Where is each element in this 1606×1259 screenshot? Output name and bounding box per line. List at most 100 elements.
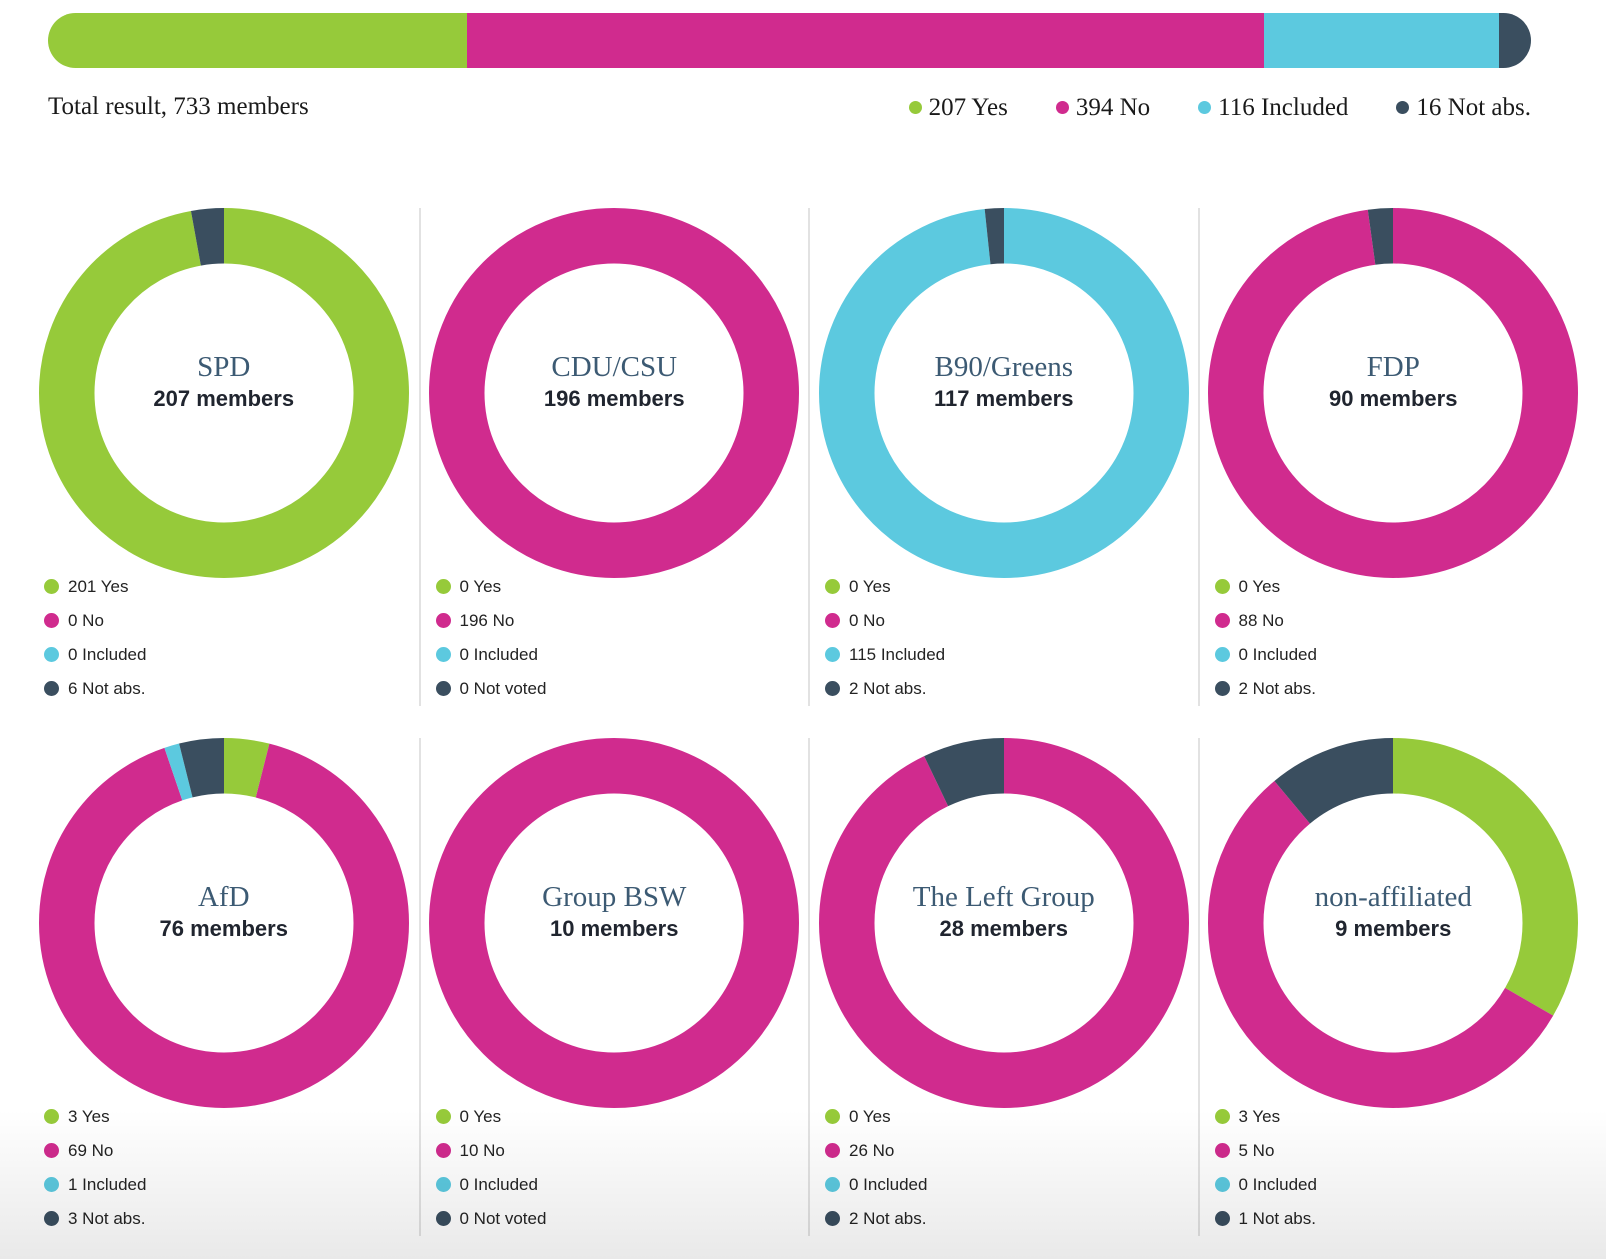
- total-legend-item-yes: 207 Yes: [908, 93, 1008, 123]
- legend-item-not_abs: 2 Not abs.: [825, 672, 1198, 706]
- donut-svg-non-affiliated: [1208, 737, 1579, 1108]
- donut-chart-group-bsw: Group BSW 10 members: [429, 737, 800, 1108]
- legend-item-not_abs: 1 Not abs.: [1214, 1202, 1588, 1236]
- legend-dot-not_abs: [1214, 681, 1230, 696]
- party-legend-afd: 3 Yes 69 No 1 Included 3 Not abs.: [29, 1100, 419, 1236]
- legend-dot-included: [1214, 647, 1230, 662]
- legend-dot-not_abs: [435, 1211, 451, 1226]
- legend-item-not_abs: 0 Not voted: [435, 672, 809, 706]
- legend-dot-yes: [825, 579, 840, 594]
- party-legend-non-affiliated: 3 Yes 5 No 0 Included 1 Not abs.: [1200, 1100, 1588, 1236]
- donut-chart-fdp: FDP 90 members: [1208, 207, 1579, 578]
- legend-item-no: 5 No: [1214, 1134, 1588, 1168]
- legend-label: 88 No: [1238, 610, 1284, 630]
- legend-dot-included: [825, 1177, 840, 1192]
- donut-segment-yes: [38, 207, 409, 578]
- legend-dot-yes: [825, 1109, 840, 1124]
- party-card-the-left-group: The Left Group 28 members 0 Yes 26 No 0 Incl…: [808, 737, 1198, 1236]
- donut-svg-b90-greens: [818, 207, 1189, 578]
- donut-svg-cdu-csu: [429, 207, 800, 578]
- legend-label: 0 Included: [1238, 644, 1317, 664]
- total-result-title: Total result, 733 members: [48, 93, 309, 120]
- legend-dot-no: [825, 1143, 840, 1158]
- legend-dot-included: [1214, 1177, 1230, 1192]
- party-card-group-bsw: Group BSW 10 members 0 Yes 10 No 0 Included 0…: [418, 737, 809, 1236]
- total-legend: 207 Yes 394 No 116 Included 16 Not abs.: [908, 93, 1531, 123]
- legend-label: 3 Yes: [1238, 1106, 1281, 1126]
- legend-label: 10 No: [459, 1140, 505, 1160]
- legend-label: 3 Not abs.: [68, 1208, 146, 1228]
- legend-item-included: 0 Included: [825, 1168, 1198, 1202]
- donut-svg-the-left-group: [818, 737, 1189, 1108]
- legend-dot-no: [44, 1143, 59, 1158]
- legend-label: 69 No: [68, 1140, 114, 1160]
- party-card-non-affiliated: non-affiliated 9 members 3 Yes 5 No 0 Includ…: [1197, 737, 1588, 1236]
- donut-segment-no: [818, 737, 1189, 1108]
- total-legend-item-included: 116 Included: [1198, 93, 1348, 123]
- legend-item-not_abs: 2 Not abs.: [825, 1202, 1198, 1236]
- donut-chart-spd: SPD 207 members: [38, 207, 409, 578]
- legend-label: 0 Yes: [459, 576, 502, 596]
- legend-item-not_abs: 3 Not abs.: [44, 1202, 419, 1236]
- donut-chart-cdu-csu: CDU/CSU 196 members: [429, 207, 800, 578]
- legend-item-no: 26 No: [825, 1134, 1198, 1168]
- party-legend-spd: 201 Yes 0 No 0 Included 6 Not abs.: [29, 570, 419, 706]
- party-legend-cdu-csu: 0 Yes 196 No 0 Included 0 Not voted: [421, 570, 809, 706]
- legend-dot-no: [1214, 1143, 1230, 1158]
- legend-dot-not_abs: [44, 1211, 59, 1226]
- legend-dot-not_abs: [825, 681, 840, 696]
- legend-dot-yes: [435, 1109, 451, 1124]
- legend-dot-included: [435, 647, 451, 662]
- donut-chart-b90-greens: B90/Greens 117 members: [818, 207, 1189, 578]
- legend-dot-no: [825, 613, 840, 628]
- legend-label: 115 Included: [849, 644, 946, 664]
- donut-svg-afd: [38, 737, 409, 1108]
- legend-label: 1 Not abs.: [1238, 1208, 1317, 1228]
- legend-item-included: 0 Included: [435, 638, 809, 672]
- party-card-cdu-csu: CDU/CSU 196 members 0 Yes 196 No 0 Included 0…: [418, 207, 809, 706]
- total-legend-item-no: 394 No: [1055, 93, 1150, 123]
- legend-item-no: 10 No: [435, 1134, 809, 1168]
- donut-segment-no: [38, 737, 409, 1108]
- party-legend-the-left-group: 0 Yes 26 No 0 Included 2 Not abs.: [810, 1100, 1198, 1236]
- legend-dot-no: [1214, 613, 1230, 628]
- donut-segment-no: [429, 737, 800, 1108]
- bar-segment-not_abs: [1498, 13, 1531, 68]
- legend-label: 2 Not abs.: [849, 1208, 927, 1228]
- legend-label: 0 Included: [459, 644, 538, 664]
- legend-label: 2 Not abs.: [849, 678, 927, 698]
- legend-item-no: 88 No: [1214, 604, 1588, 638]
- legend-label: 6 Not abs.: [68, 678, 146, 698]
- legend-item-included: 0 Included: [44, 638, 419, 672]
- party-card-fdp: FDP 90 members 0 Yes 88 No 0 Included 2 Not a…: [1197, 207, 1588, 706]
- legend-dot-not_abs: [1214, 1211, 1230, 1226]
- legend-dot-included: [44, 1177, 59, 1192]
- legend-dot-no: [435, 613, 451, 628]
- legend-label: 201 Yes: [68, 576, 129, 596]
- party-charts-grid: SPD 207 members 201 Yes 0 No 0 Included 6 Not…: [29, 207, 1588, 1236]
- party-card-b90-greens: B90/Greens 117 members 0 Yes 0 No 115 Includ…: [808, 207, 1198, 706]
- legend-label: 0 Yes: [849, 576, 891, 596]
- legend-dot-included: [435, 1177, 451, 1192]
- donut-chart-non-affiliated: non-affiliated 9 members: [1208, 737, 1579, 1108]
- bar-segment-included: [1263, 13, 1499, 68]
- legend-item-no: 0 No: [44, 604, 419, 638]
- legend-label: 0 No: [68, 610, 104, 630]
- legend-label: 0 Yes: [1238, 576, 1281, 596]
- legend-dot-not_abs: [825, 1211, 840, 1226]
- legend-dot-included: [44, 647, 59, 662]
- legend-dot-yes: [1214, 1109, 1230, 1124]
- legend-label: 0 Not voted: [459, 1208, 547, 1228]
- legend-dot-yes: [1214, 579, 1230, 594]
- legend-label: 0 Included: [68, 644, 147, 664]
- party-legend-b90-greens: 0 Yes 0 No 115 Included 2 Not abs.: [810, 570, 1198, 706]
- party-legend-group-bsw: 0 Yes 10 No 0 Included 0 Not voted: [421, 1100, 809, 1236]
- legend-label: 5 No: [1238, 1140, 1275, 1160]
- donut-segment-no: [1208, 207, 1579, 578]
- bar-segment-yes: [48, 13, 467, 68]
- legend-dot-not_abs: [435, 681, 451, 696]
- legend-label: 116 Included: [1218, 93, 1349, 121]
- legend-label: 2 Not abs.: [1238, 678, 1317, 698]
- legend-dot-included: [825, 647, 840, 662]
- bar-segment-no: [466, 13, 1264, 68]
